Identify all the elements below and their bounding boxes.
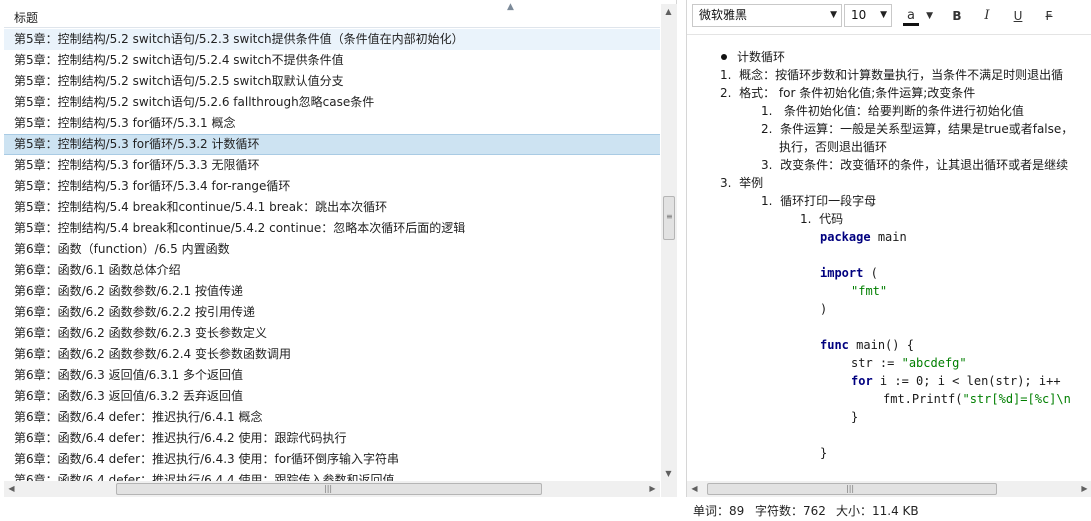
scroll-left-icon[interactable]: ◀: [4, 481, 19, 496]
list-item[interactable]: 第6章：函数/6.2 函数参数/6.2.4 变长参数函数调用: [4, 344, 660, 365]
list-item[interactable]: 第5章：控制结构/5.3 for循环/5.3.4 for-range循环: [4, 176, 660, 197]
font-size-value: 10: [851, 8, 867, 22]
list-item: 2. 条件运算：一般是关系型运算，结果是true或者false，: [761, 122, 1074, 136]
font-size-select[interactable]: 10 ▼: [844, 4, 892, 27]
file-size: 大小：11.4 KB: [836, 504, 919, 518]
code-line: fmt.Printf("str[%d]=[%c]\n: [883, 392, 1071, 406]
grip-icon: |||: [324, 484, 333, 493]
rich-text-editor[interactable]: 计数循环 1. 概念：按循环步数和计算数量执行，当条件不满足时则退出循 2. 格…: [687, 36, 1091, 481]
scroll-right-icon[interactable]: ▶: [645, 481, 660, 496]
bullet-icon: [721, 53, 727, 60]
sort-ascending-icon: ▲: [507, 2, 514, 12]
outline-horizontal-scroll-thumb[interactable]: |||: [116, 483, 542, 495]
text-color-button[interactable]: a ▼: [901, 6, 935, 26]
list-item[interactable]: 第6章：函数/6.4 defer：推迟执行/6.4.1 概念: [4, 407, 660, 428]
list-item[interactable]: 第6章：函数/6.4 defer：推迟执行/6.4.4 使用：跟踪传入参数和返回…: [4, 470, 660, 481]
list-item[interactable]: 第5章：控制结构/5.3 for循环/5.3.2 计数循环: [4, 134, 660, 155]
list-item: 1. 循环打印一段字母: [761, 194, 877, 208]
code-line: }: [851, 410, 859, 424]
code-line: "fmt": [851, 284, 888, 298]
code-line: func main() {: [820, 338, 914, 352]
outline-pane: 标题 ▲ 第5章：控制结构/5.2 switch语句/5.2.3 switch提…: [0, 0, 677, 497]
scroll-up-icon[interactable]: ▲: [661, 4, 676, 19]
list-item[interactable]: 第5章：控制结构/5.4 break和continue/5.4.2 contin…: [4, 218, 660, 239]
code-line: str := "abcdefg": [851, 356, 967, 370]
editor-horizontal-scroll-thumb[interactable]: |||: [707, 483, 997, 495]
grip-icon: |||: [846, 484, 855, 493]
list-item: 3. 改变条件：改变循环的条件，让其退出循环或者是继续: [761, 158, 1069, 172]
code-line: }: [820, 446, 828, 460]
code-line: for i := 0; i < len(str); i++: [851, 374, 1061, 388]
editor-horizontal-scrollbar[interactable]: ◀ ||| ▶: [687, 481, 1091, 497]
list-item[interactable]: 第6章：函数/6.2 函数参数/6.2.1 按值传递: [4, 281, 660, 302]
scroll-down-icon[interactable]: ▼: [661, 466, 676, 481]
chevron-down-icon: ▼: [926, 11, 933, 21]
list-item[interactable]: 第5章：控制结构/5.3 for循环/5.3.1 概念: [4, 113, 660, 134]
code-line: import (: [820, 266, 878, 280]
column-header-label: 标题: [14, 11, 39, 25]
outline-vertical-scrollbar[interactable]: ▲ ≡ ▼: [661, 4, 677, 481]
scrollbar-corner: [661, 481, 677, 497]
editor-heading: 计数循环: [721, 48, 785, 66]
scroll-left-icon[interactable]: ◀: [687, 481, 702, 496]
strikethrough-button[interactable]: F: [1038, 6, 1060, 26]
list-item[interactable]: 第6章：函数/6.4 defer：推迟执行/6.4.3 使用：for循环倒序输入…: [4, 449, 660, 470]
list-item[interactable]: 第6章：函数/6.3 返回值/6.3.2 丢弃返回值: [4, 386, 660, 407]
outline-list: 第5章：控制结构/5.2 switch语句/5.2.3 switch提供条件值（…: [4, 29, 660, 481]
text-color-icon: a: [903, 9, 919, 26]
list-item[interactable]: 第6章：函数（function）/6.5 内置函数: [4, 239, 660, 260]
code-line: ): [820, 302, 828, 316]
list-item: 2. 格式： for 条件初始化值;条件运算;改变条件: [720, 86, 976, 100]
list-item[interactable]: 第6章：函数/6.1 函数总体介绍: [4, 260, 660, 281]
code-line: package main: [820, 230, 907, 244]
list-item[interactable]: 第5章：控制结构/5.2 switch语句/5.2.4 switch不提供条件值: [4, 50, 660, 71]
list-item[interactable]: 第5章：控制结构/5.2 switch语句/5.2.6 fallthrough忽…: [4, 92, 660, 113]
outline-horizontal-scrollbar[interactable]: ◀ ||| ▶: [4, 481, 660, 497]
bold-button[interactable]: B: [946, 6, 968, 26]
list-item[interactable]: 第5章：控制结构/5.4 break和continue/5.4.1 break：…: [4, 197, 660, 218]
font-family-value: 微软雅黑: [699, 8, 748, 22]
outline-vertical-scroll-thumb[interactable]: ≡: [663, 196, 675, 240]
list-item[interactable]: 第6章：函数/6.2 函数参数/6.2.3 变长参数定义: [4, 323, 660, 344]
char-count: 字符数：762: [755, 504, 826, 518]
list-item-continuation: 执行，否则退出循环: [779, 140, 888, 154]
editor-pane: 微软雅黑 ▼ 10 ▼ a ▼ B I U F 计数循环 1. 概念：按循环步数…: [686, 0, 1091, 497]
list-item[interactable]: 第5章：控制结构/5.3 for循环/5.3.3 无限循环: [4, 155, 660, 176]
font-family-select[interactable]: 微软雅黑 ▼: [692, 4, 842, 27]
status-bar: 单词：89 字符数：762 大小：11.4 KB: [686, 497, 1091, 521]
column-header-title[interactable]: 标题 ▲: [4, 2, 660, 28]
list-item[interactable]: 第6章：函数/6.3 返回值/6.3.1 多个返回值: [4, 365, 660, 386]
list-item[interactable]: 第6章：函数/6.4 defer：推迟执行/6.4.2 使用：跟踪代码执行: [4, 428, 660, 449]
scroll-right-icon[interactable]: ▶: [1077, 481, 1091, 496]
word-count: 单词：89: [693, 504, 745, 518]
list-item[interactable]: 第5章：控制结构/5.2 switch语句/5.2.5 switch取默认值分支: [4, 71, 660, 92]
list-item: 1. 条件初始化值：给要判断的条件进行初始化值: [761, 104, 1024, 118]
underline-button[interactable]: U: [1007, 6, 1029, 26]
chevron-down-icon: ▼: [880, 10, 887, 20]
grip-icon: ≡: [666, 212, 673, 221]
list-item: 1. 概念：按循环步数和计算数量执行，当条件不满足时则退出循: [720, 68, 1064, 82]
list-item[interactable]: 第5章：控制结构/5.2 switch语句/5.2.3 switch提供条件值（…: [4, 29, 660, 50]
format-toolbar: 微软雅黑 ▼ 10 ▼ a ▼ B I U F: [687, 0, 1091, 35]
list-item[interactable]: 第6章：函数/6.2 函数参数/6.2.2 按引用传递: [4, 302, 660, 323]
italic-button[interactable]: I: [976, 6, 998, 26]
chevron-down-icon: ▼: [830, 10, 837, 20]
list-item: 1. 代码: [800, 212, 844, 226]
list-item: 3. 举例: [720, 176, 764, 190]
